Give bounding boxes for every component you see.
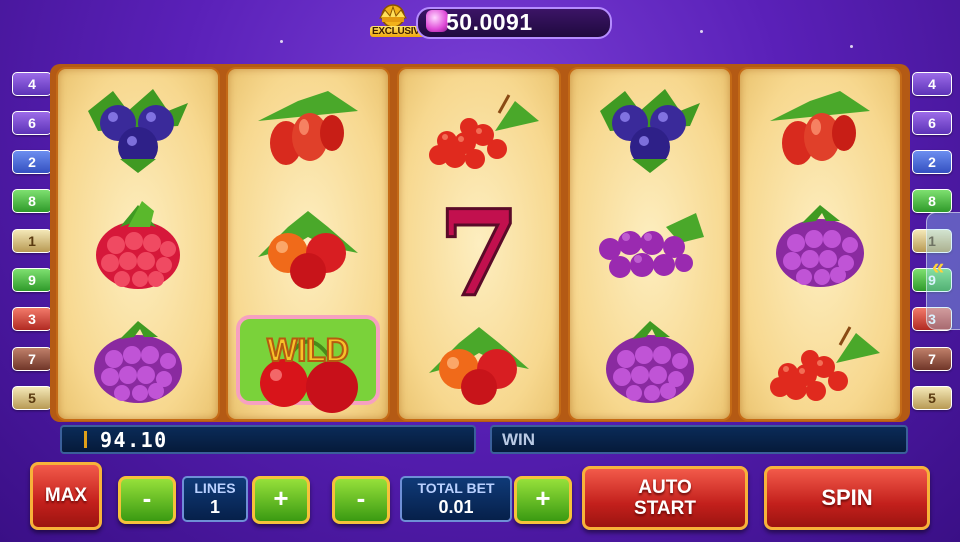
star-sparkle — [850, 45, 853, 48]
jackpot-display: EXCLUSIVE 50.0091 — [368, 4, 612, 39]
spin-button[interactable]: SPIN — [764, 466, 930, 530]
wild-symbol: WILD — [228, 303, 388, 419]
wild-text: WILD — [267, 332, 349, 368]
reels-frame: WILD 7 — [50, 64, 910, 422]
blueberry-symbol — [570, 71, 730, 187]
double-chevron-left-icon[interactable]: « — [932, 254, 944, 280]
raspberry-symbol — [58, 187, 218, 303]
payline-marker-right[interactable]: 7 — [912, 347, 952, 371]
star-sparkle — [280, 40, 283, 43]
redcurrant-symbol — [399, 71, 559, 187]
goji-berry-symbol — [740, 71, 900, 187]
lines-label: LINES — [194, 480, 236, 496]
blackberry-symbol — [570, 303, 730, 419]
payline-marker-right[interactable]: 4 — [912, 72, 952, 96]
cranberry-symbol — [399, 303, 559, 419]
blackberry-symbol — [740, 187, 900, 303]
seven-symbol: 7 — [399, 183, 559, 325]
total-bet-label: TOTAL BET — [417, 480, 495, 496]
jackpot-value: 50.0091 — [446, 9, 533, 35]
lines-counter: LINES 1 — [182, 476, 248, 522]
reel-2: WILD — [226, 67, 390, 421]
lines-decrease-button[interactable]: - — [118, 476, 176, 524]
payline-marker-left[interactable]: 7 — [12, 347, 52, 371]
bet-increase-button[interactable]: + — [514, 476, 572, 524]
grapes-symbol — [570, 187, 730, 303]
reel-5 — [738, 67, 902, 421]
goji-berry-symbol — [228, 71, 388, 187]
payline-marker-right[interactable]: 5 — [912, 386, 952, 410]
auto-start-label-line1: AUTO — [638, 477, 692, 498]
payline-marker-left[interactable]: 3 — [12, 307, 52, 331]
auto-start-label-line2: START — [634, 498, 696, 519]
win-label: WIN — [502, 430, 536, 449]
payline-marker-left[interactable]: 5 — [12, 386, 52, 410]
payline-marker-right[interactable]: 6 — [912, 111, 952, 135]
payline-marker-left[interactable]: 2 — [12, 150, 52, 174]
reel-4 — [568, 67, 732, 421]
payline-marker-left[interactable]: 9 — [12, 268, 52, 292]
max-bet-button[interactable]: MAX — [30, 462, 102, 530]
cranberry-symbol — [228, 187, 388, 303]
payline-marker-left[interactable]: 1 — [12, 229, 52, 253]
bet-decrease-button[interactable]: - — [332, 476, 390, 524]
credit-marker — [84, 431, 87, 448]
total-bet-counter: TOTAL BET 0.01 — [400, 476, 512, 522]
blackberry-symbol — [58, 303, 218, 419]
reel-3: 7 — [397, 67, 561, 421]
gem-icon — [426, 10, 448, 32]
payline-marker-left[interactable]: 4 — [12, 72, 52, 96]
slot-game-screen: EXCLUSIVE 50.0091 4 6 2 8 1 9 3 7 5 4 6 … — [0, 0, 960, 542]
credit-display: 94.10 — [60, 425, 476, 454]
payline-marker-right[interactable]: 8 — [912, 189, 952, 213]
lines-value: 1 — [209, 497, 220, 517]
payline-marker-right[interactable]: 2 — [912, 150, 952, 174]
total-bet-value: 0.01 — [438, 497, 474, 517]
payline-marker-left[interactable]: 8 — [12, 189, 52, 213]
seven-glyph: 7 — [438, 187, 520, 303]
auto-start-button[interactable]: AUTO START — [582, 466, 748, 530]
reel-1 — [56, 67, 220, 421]
credit-value: 94.10 — [100, 428, 168, 452]
payline-marker-left[interactable]: 6 — [12, 111, 52, 135]
win-display: WIN — [490, 425, 908, 454]
blueberry-symbol — [58, 71, 218, 187]
redcurrant-symbol — [740, 303, 900, 419]
star-sparkle — [700, 30, 703, 33]
lines-increase-button[interactable]: + — [252, 476, 310, 524]
